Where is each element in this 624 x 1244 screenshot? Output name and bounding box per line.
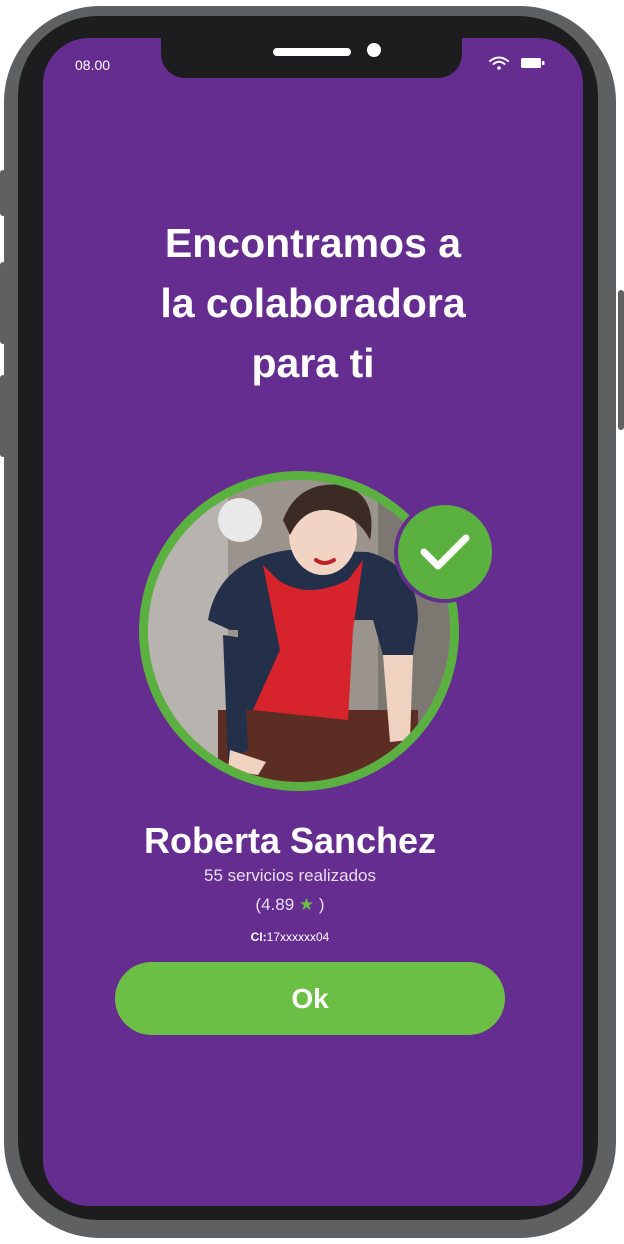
- ok-button[interactable]: Ok: [115, 962, 505, 1035]
- match-title: Encontramos a la colaboradora para ti: [103, 213, 523, 393]
- speaker-grille: [273, 48, 351, 56]
- status-time: 08.00: [75, 57, 111, 73]
- check-icon: [420, 534, 470, 570]
- wifi-icon: [489, 56, 509, 70]
- rating-close: ): [318, 895, 325, 914]
- star-icon: ★: [298, 895, 315, 914]
- power-button: [618, 290, 624, 430]
- volume-up-button: [0, 262, 6, 344]
- rating: (4.89 ★ ): [43, 895, 537, 915]
- title-line-2: la colaboradora: [160, 280, 466, 326]
- battery-icon: [521, 58, 545, 68]
- silent-switch: [0, 170, 6, 216]
- status-icons: [489, 56, 545, 70]
- collaborator-name: Roberta Sanchez: [143, 820, 437, 861]
- services-count: 55 servicios realizados: [204, 866, 376, 885]
- title-line-3: para ti: [251, 340, 375, 386]
- volume-down-button: [0, 375, 6, 457]
- title-line-1: Encontramos a: [164, 220, 462, 266]
- notch: [161, 38, 462, 78]
- ci-value: 17xxxxxx04: [266, 930, 330, 944]
- ci-number: CI:17xxxxxx04: [43, 930, 537, 944]
- ci-label: CI:: [250, 930, 267, 944]
- check-badge: [394, 501, 496, 603]
- screen: 08.00 Encontramos a la colaboradora para…: [43, 38, 583, 1206]
- front-camera: [367, 43, 381, 57]
- rating-value: (4.89: [255, 895, 295, 914]
